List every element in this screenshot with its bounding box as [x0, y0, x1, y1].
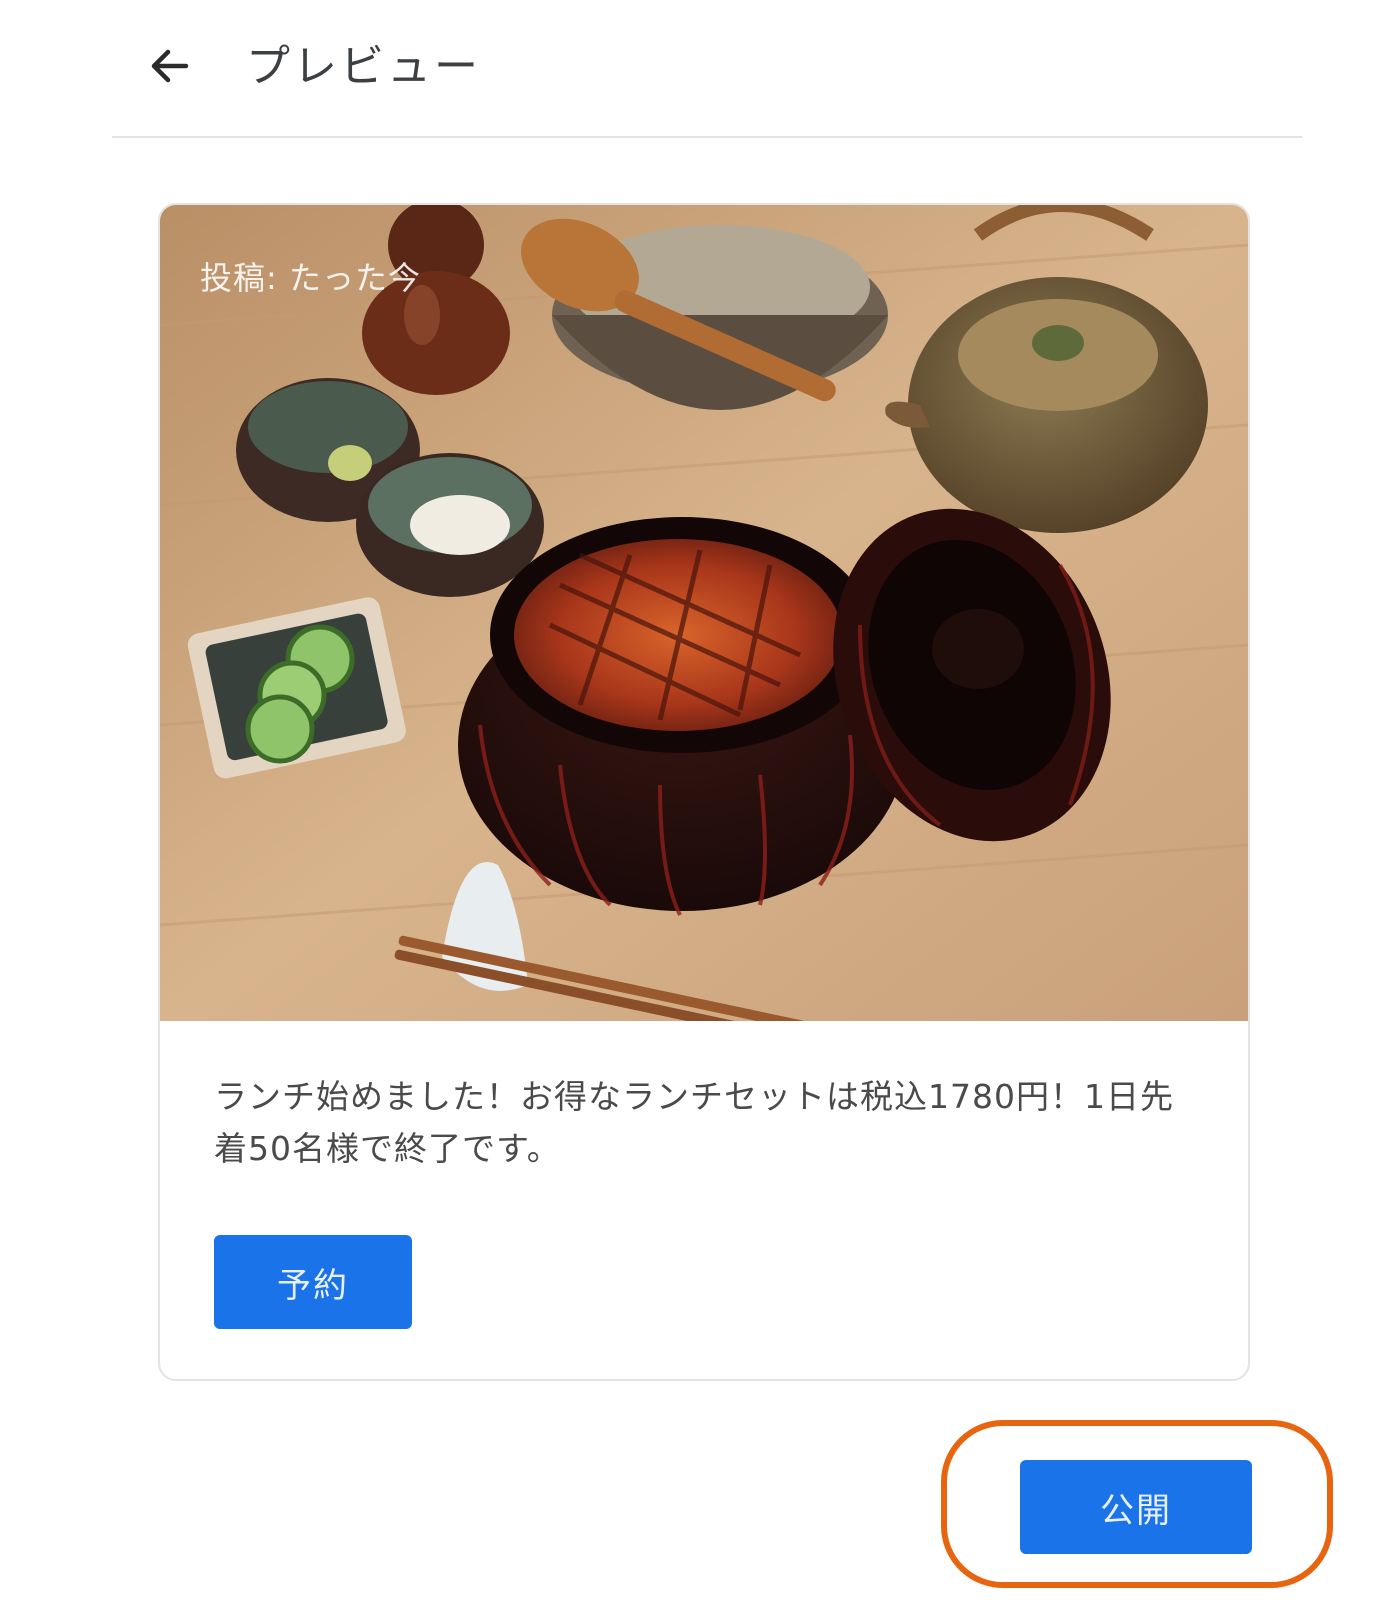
- preview-page: プレビュー 投稿: たった今 ランチ始めました！お得なランチセットは税込1780…: [0, 0, 1400, 1600]
- back-button[interactable]: [142, 38, 198, 94]
- hitsumabushi-photo: [160, 205, 1248, 1021]
- reserve-button[interactable]: 予約: [214, 1235, 412, 1329]
- posted-timestamp: 投稿: たった今: [200, 259, 421, 297]
- post-photo: 投稿: たった今: [160, 205, 1248, 1021]
- publish-button[interactable]: 公開: [1020, 1460, 1252, 1554]
- arrow-left-icon: [151, 49, 189, 83]
- post-body-text: ランチ始めました！お得なランチセットは税込1780円！1日先着50名様で終了です…: [214, 1077, 1174, 1168]
- page-title: プレビュー: [246, 41, 481, 92]
- post-preview-card: 投稿: たった今 ランチ始めました！お得なランチセットは税込1780円！1日先着…: [158, 203, 1250, 1381]
- top-bar: プレビュー: [112, 0, 1302, 138]
